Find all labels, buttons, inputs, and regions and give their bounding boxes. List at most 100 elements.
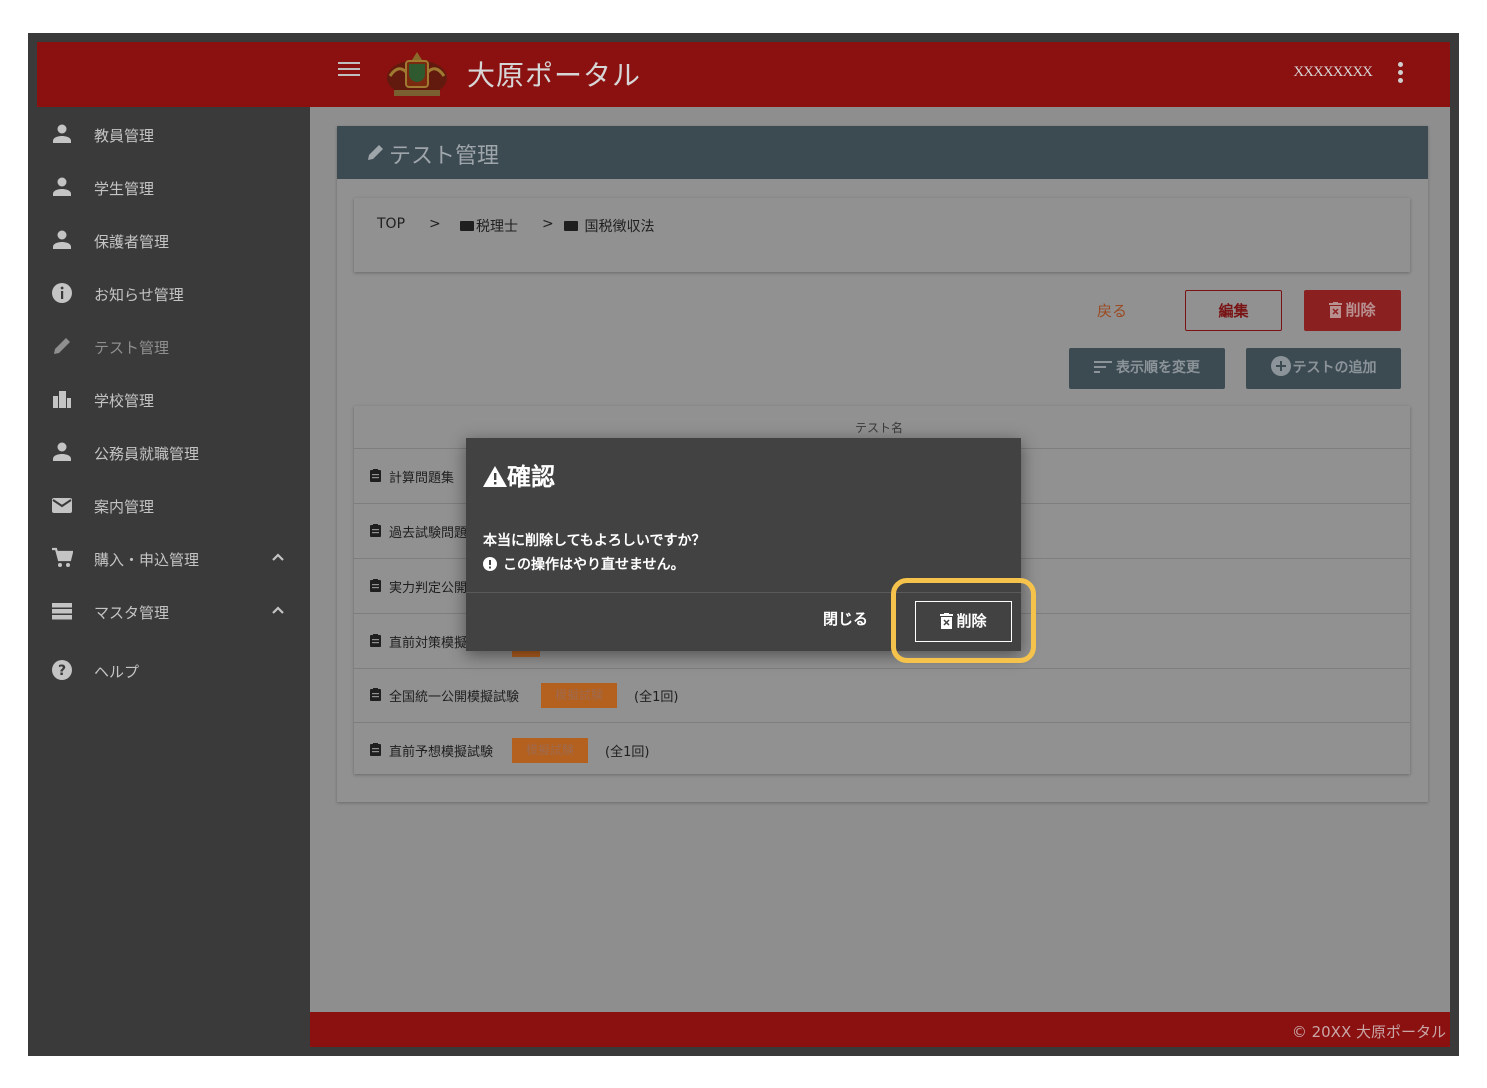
sidebar-item-label: 案内管理: [94, 498, 155, 516]
trash-icon: [940, 613, 954, 629]
help-icon: ?: [52, 660, 72, 680]
sidebar-item-guardians[interactable]: 保護者管理: [28, 215, 310, 265]
breadcrumb-top[interactable]: TOP: [377, 216, 405, 232]
breadcrumb-level1[interactable]: 税理士: [460, 216, 518, 236]
chevron-up-icon[interactable]: [271, 603, 285, 617]
test-name: 過去試験問題: [389, 526, 468, 541]
clipboard-icon: [370, 579, 381, 592]
test-type-badge: 模擬試験: [512, 738, 589, 763]
sidebar-item-schools[interactable]: 学校管理: [28, 374, 310, 424]
person-icon: [53, 230, 71, 249]
copyright-text: © 20XX 大原ポータル: [1291, 1023, 1446, 1041]
trash-icon: [1329, 302, 1343, 318]
breadcrumb-level2[interactable]: 国税徴収法: [564, 216, 654, 236]
delete-button[interactable]: 削除: [1304, 290, 1401, 331]
reorder-button[interactable]: 表示順を変更: [1069, 348, 1225, 389]
delete-button-label: 削除: [1345, 301, 1376, 319]
person-icon: [53, 177, 71, 196]
breadcrumb: TOP > 税理士 > 国税徴収法: [354, 198, 1410, 272]
chevron-up-icon[interactable]: [271, 550, 285, 564]
test-type-badge: 模擬試験: [541, 683, 618, 708]
alert-circle-icon: [483, 557, 497, 571]
breadcrumb-level2-label: 国税徴収法: [584, 219, 655, 235]
app-title: 大原ポータル: [467, 59, 642, 92]
dialog-note-label: この操作はやり直せません。: [503, 557, 685, 573]
edit-button[interactable]: 編集: [1185, 290, 1282, 331]
person-icon: [53, 124, 71, 143]
person-icon: [53, 442, 71, 461]
table-row[interactable]: 直前予想模擬試験 模擬試験 (全1回): [354, 723, 1410, 778]
sidebar: 教員管理 学生管理 保護者管理 お知らせ管理 テスト管理 学校管理 公務員就職管…: [28, 107, 310, 1056]
user-name[interactable]: XXXXXXXX: [1293, 64, 1373, 81]
test-name: 全国統一公開模擬試験: [389, 690, 520, 705]
clipboard-icon: [370, 634, 381, 647]
sidebar-item-tests[interactable]: テスト管理: [28, 321, 310, 371]
sort-icon: [1094, 361, 1112, 373]
dialog-message: 本当に削除してもよろしいですか？: [483, 533, 706, 549]
test-name: 直前予想模擬試験: [389, 745, 494, 760]
dialog-title: 確認: [483, 457, 555, 492]
mail-icon: [52, 498, 72, 513]
confirm-dialog: 確認 本当に削除してもよろしいですか？ この操作はやり直せません。 閉じる 削除: [466, 438, 1036, 663]
warning-icon: [483, 466, 507, 487]
clipboard-icon: [370, 688, 381, 701]
close-button[interactable]: 閉じる: [823, 608, 868, 629]
pencil-icon: [368, 145, 383, 160]
sidebar-item-master[interactable]: マスタ管理: [28, 586, 310, 636]
sidebar-item-notices[interactable]: お知らせ管理: [28, 268, 310, 318]
folder-icon: [460, 221, 474, 231]
test-name: 計算問題集: [389, 471, 455, 486]
sidebar-item-help[interactable]: ? ヘルプ: [28, 645, 310, 695]
sidebar-item-label: 購入・申込管理: [94, 551, 200, 569]
test-count: (全1回): [634, 690, 679, 705]
breadcrumb-separator: >: [542, 216, 554, 232]
column-header-label: テスト名: [855, 421, 904, 435]
clipboard-icon: [370, 743, 381, 756]
sidebar-item-label: お知らせ管理: [94, 286, 184, 304]
confirm-delete-button[interactable]: 削除: [915, 601, 1012, 642]
sidebar-item-label: 保護者管理: [94, 233, 170, 251]
crest-logo-icon: [387, 52, 447, 96]
test-count: (全1回): [605, 745, 650, 760]
confirm-delete-label: 削除: [956, 612, 987, 630]
cart-icon: [52, 547, 73, 567]
storage-icon: [52, 603, 72, 620]
clipboard-icon: [370, 524, 381, 537]
dialog-note: この操作はやり直せません。: [483, 554, 685, 574]
sidebar-item-label: 学校管理: [94, 392, 155, 410]
more-vert-icon[interactable]: [1398, 62, 1404, 84]
sidebar-item-label: ヘルプ: [94, 663, 140, 681]
breadcrumb-separator: >: [429, 216, 441, 232]
sidebar-item-students[interactable]: 学生管理: [28, 162, 310, 212]
test-name: 実力判定公開: [389, 581, 468, 596]
add-test-button[interactable]: テストの追加: [1246, 348, 1401, 389]
sidebar-item-civil-service[interactable]: 公務員就職管理: [28, 427, 310, 477]
dialog-title-label: 確認: [507, 465, 555, 491]
app-window: 大原ポータル XXXXXXXX 教員管理 学生管理 保護者管理 お知らせ管理 テ…: [28, 33, 1459, 1056]
folder-icon: [564, 221, 578, 231]
page-title: テスト管理: [389, 144, 500, 169]
info-icon: [52, 283, 72, 303]
sidebar-item-teachers[interactable]: 教員管理: [28, 109, 310, 159]
reorder-button-label: 表示順を変更: [1116, 360, 1200, 376]
add-test-button-label: テストの追加: [1292, 360, 1377, 376]
svg-text:?: ?: [58, 663, 66, 679]
sidebar-item-purchases[interactable]: 購入・申込管理: [28, 533, 310, 583]
back-button[interactable]: 戻る: [1087, 291, 1137, 332]
building-icon: [53, 391, 71, 408]
footer: © 20XX 大原ポータル: [310, 1012, 1450, 1047]
sidebar-item-label: テスト管理: [94, 339, 170, 357]
sidebar-item-label: 教員管理: [94, 127, 155, 145]
table-row[interactable]: 全国統一公開模擬試験 模擬試験 (全1回): [354, 668, 1410, 723]
sidebar-item-guides[interactable]: 案内管理: [28, 480, 310, 530]
card-header: テスト管理: [337, 126, 1428, 179]
sidebar-item-label: 学生管理: [94, 180, 155, 198]
menu-icon[interactable]: [338, 62, 360, 84]
test-name: 直前対策模擬: [389, 636, 468, 651]
clipboard-icon: [370, 469, 381, 482]
add-circle-icon: [1270, 356, 1291, 376]
sidebar-item-label: マスタ管理: [94, 604, 170, 622]
sidebar-item-label: 公務員就職管理: [94, 445, 200, 463]
app-bar: 大原ポータル XXXXXXXX: [37, 42, 1450, 107]
pencil-icon: [54, 338, 70, 354]
